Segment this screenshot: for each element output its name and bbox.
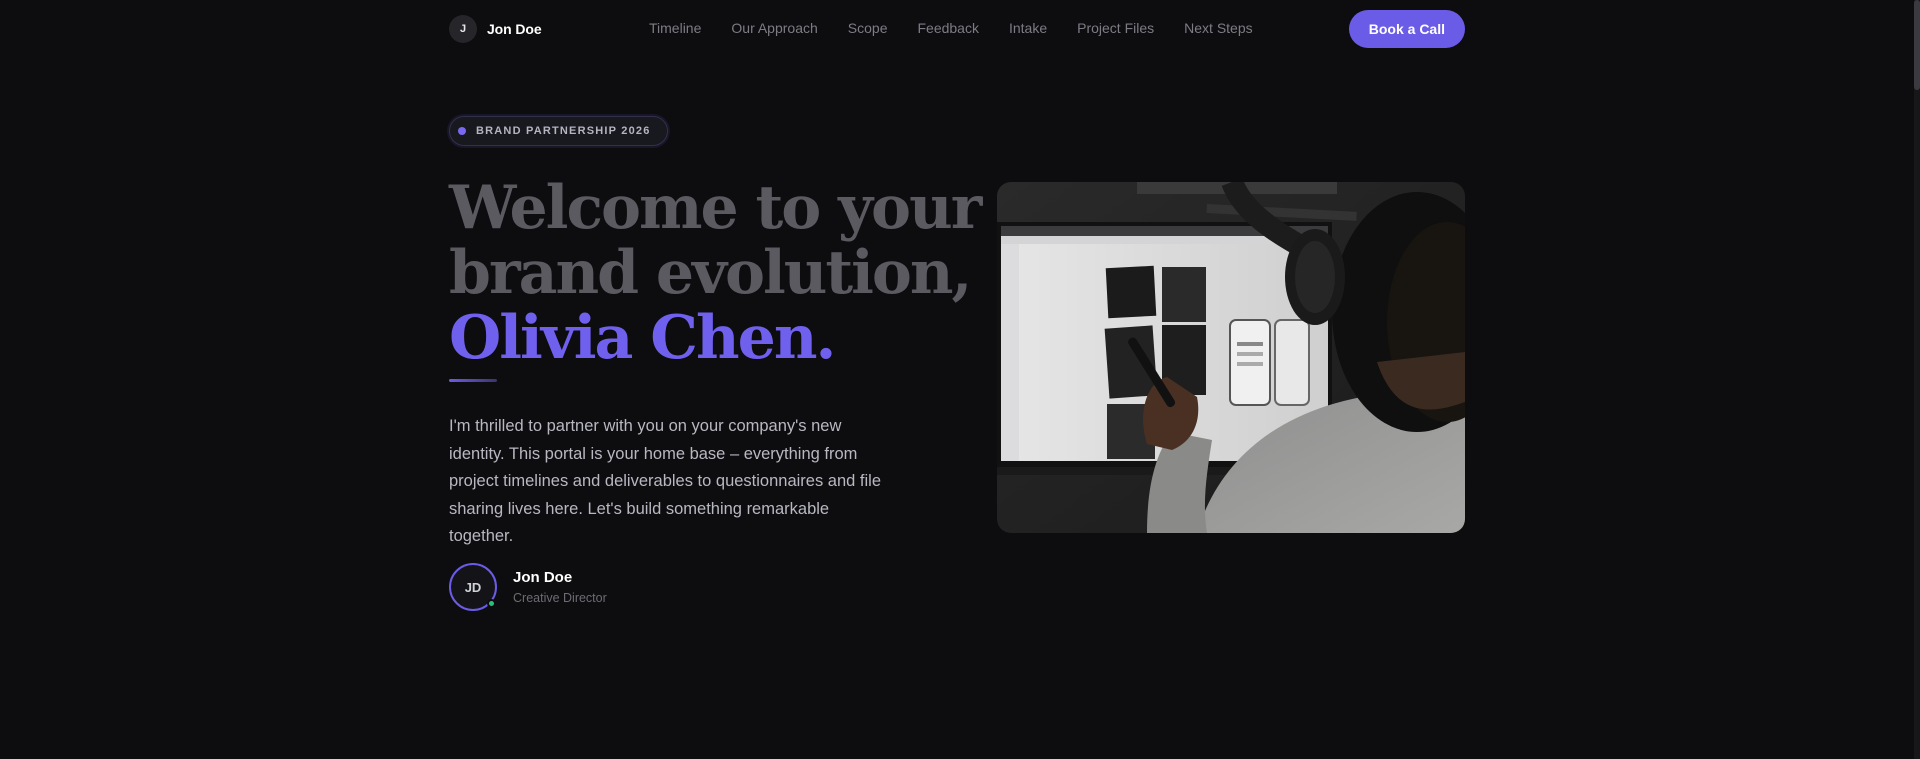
hero-headline: Welcome to your brand evolution, Olivia … (449, 173, 982, 373)
author-role: Creative Director (513, 591, 607, 605)
nav-links: Timeline Our Approach Scope Feedback Int… (649, 20, 1283, 36)
avatar: JD (449, 563, 497, 611)
hero-photo (997, 182, 1465, 533)
headline-line-1: Welcome to your (449, 173, 982, 243)
author-info: Jon Doe Creative Director (513, 569, 607, 605)
nav-link-scope[interactable]: Scope (848, 20, 888, 36)
online-status-icon (487, 599, 496, 608)
scrollbar-thumb[interactable] (1914, 0, 1920, 90)
nav-link-timeline[interactable]: Timeline (649, 20, 701, 36)
designer-at-monitor-photo-icon (997, 182, 1465, 533)
headline-underline (449, 379, 497, 382)
page: J Jon Doe Timeline Our Approach Scope Fe… (0, 0, 1914, 759)
book-a-call-button[interactable]: Book a Call (1348, 10, 1465, 48)
badge-dot-icon (458, 127, 466, 135)
badge-label: BRAND PARTNERSHIP 2026 (476, 125, 651, 137)
top-nav: J Jon Doe Timeline Our Approach Scope Fe… (449, 10, 1465, 48)
partnership-badge: BRAND PARTNERSHIP 2026 (449, 116, 668, 146)
author-name: Jon Doe (513, 569, 573, 586)
nav-link-feedback[interactable]: Feedback (917, 20, 978, 36)
author-card: JD Jon Doe Creative Director (449, 563, 607, 611)
nav-link-intake[interactable]: Intake (1009, 20, 1047, 36)
page-scrollbar[interactable] (1914, 0, 1920, 759)
brand-home-link[interactable]: J Jon Doe (449, 15, 542, 43)
brand-name: Jon Doe (487, 21, 542, 37)
intro-paragraph: I'm thrilled to partner with you on your… (449, 417, 882, 545)
nav-link-next-steps[interactable]: Next Steps (1184, 20, 1252, 36)
nav-link-our-approach[interactable]: Our Approach (731, 20, 817, 36)
avatar-initials: JD (464, 579, 482, 595)
nav-link-project-files[interactable]: Project Files (1077, 20, 1154, 36)
headline-client-name: Olivia Chen. (449, 303, 836, 373)
brand-logo: J (449, 15, 477, 43)
headline-line-2: brand evolution, (449, 238, 972, 308)
